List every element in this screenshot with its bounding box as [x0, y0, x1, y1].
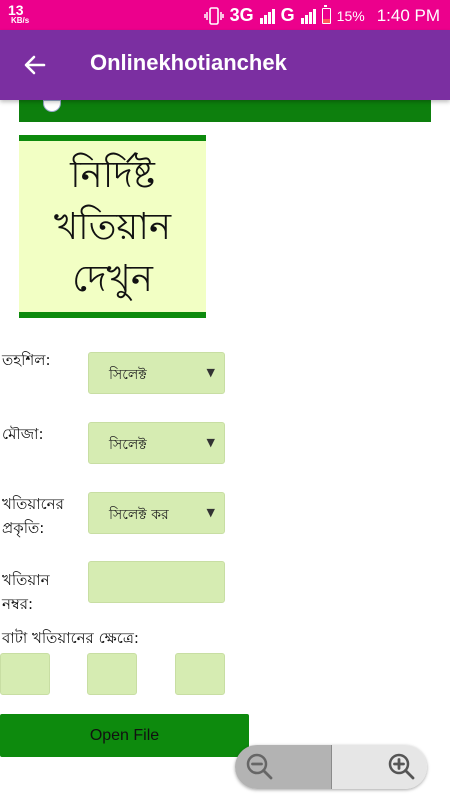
- zoom-in-button[interactable]: [331, 745, 427, 789]
- dropdown-arrow-icon: ▼: [206, 506, 215, 519]
- heading-line-1: নির্দিষ্ট: [70, 152, 155, 196]
- khatian-type-label: খতিয়ানের প্রকৃতি:: [2, 492, 64, 540]
- zoom-out-icon: [246, 753, 273, 780]
- khatian-number-label: খতিয়ান নম্বর:: [2, 568, 50, 616]
- zoom-out-button[interactable]: [235, 745, 332, 789]
- header-banner: [19, 100, 431, 122]
- vibrate-icon: [203, 6, 224, 25]
- dropdown-arrow-icon: ▼: [206, 366, 215, 379]
- signal-strength-icon: [259, 8, 275, 24]
- page-title: Onlinekhotianchek: [90, 50, 287, 75]
- khatian-number-input[interactable]: [88, 561, 225, 603]
- heading-box: নির্দিষ্ট খতিয়ান দেখুন: [19, 135, 206, 318]
- bata-khatian-input-3[interactable]: [175, 653, 225, 695]
- network-speed-unit: KB/s: [11, 16, 30, 25]
- zoom-control: [235, 745, 427, 789]
- network-3g-label: 3G: [229, 5, 254, 25]
- heading-line-2: খতিয়ান: [53, 204, 172, 248]
- network-speed-value: 13: [8, 2, 24, 18]
- khatian-type-label-line-1: খতিয়ানের: [2, 495, 64, 513]
- mouza-select[interactable]: সিলেক্ট ▼: [88, 422, 225, 464]
- bata-khatian-input-1[interactable]: [0, 653, 50, 695]
- emblem-logo: [43, 100, 61, 112]
- khatian-number-label-line-1: খতিয়ান: [2, 571, 50, 589]
- zoom-in-icon: [388, 753, 415, 780]
- bata-khatian-input-2[interactable]: [87, 653, 137, 695]
- network-speed: 13 KB/s: [8, 3, 29, 25]
- khatian-number-label-line-2: নম্বর:: [2, 595, 34, 613]
- khatian-type-select[interactable]: সিলেক্ট কর ▼: [88, 492, 225, 534]
- khatian-type-label-line-2: প্রকৃতি:: [2, 519, 45, 537]
- status-icons: 3G G 15% 1:40 PM: [203, 4, 440, 26]
- mouza-label: মৌজা:: [2, 425, 44, 443]
- arrow-left-icon: [24, 55, 46, 75]
- open-file-button[interactable]: Open File: [0, 714, 249, 757]
- network-g-label: G: [280, 5, 295, 25]
- khatian-type-select-value: সিলেক্ট কর: [109, 507, 169, 523]
- tehsil-label: তহশিল:: [2, 351, 51, 369]
- back-button[interactable]: [20, 50, 50, 80]
- battery-percent: 15%: [336, 7, 365, 24]
- bata-khatian-label: বাটা খতিয়ানের ক্ষেত্রে:: [2, 629, 139, 647]
- clock: 1:40 PM: [376, 5, 440, 25]
- dropdown-arrow-icon: ▼: [206, 436, 215, 449]
- tehsil-select[interactable]: সিলেক্ট ▼: [88, 352, 225, 394]
- status-bar: 13 KB/s 3G G 15% 1:40 PM: [0, 0, 450, 30]
- heading-line-3: দেখুন: [72, 256, 153, 300]
- tehsil-select-value: সিলেক্ট: [109, 367, 147, 383]
- app-bar: Onlinekhotianchek: [0, 30, 450, 100]
- mouza-select-value: সিলেক্ট: [109, 437, 147, 453]
- battery-icon: [321, 4, 331, 24]
- signal-strength-icon-2: [300, 8, 316, 24]
